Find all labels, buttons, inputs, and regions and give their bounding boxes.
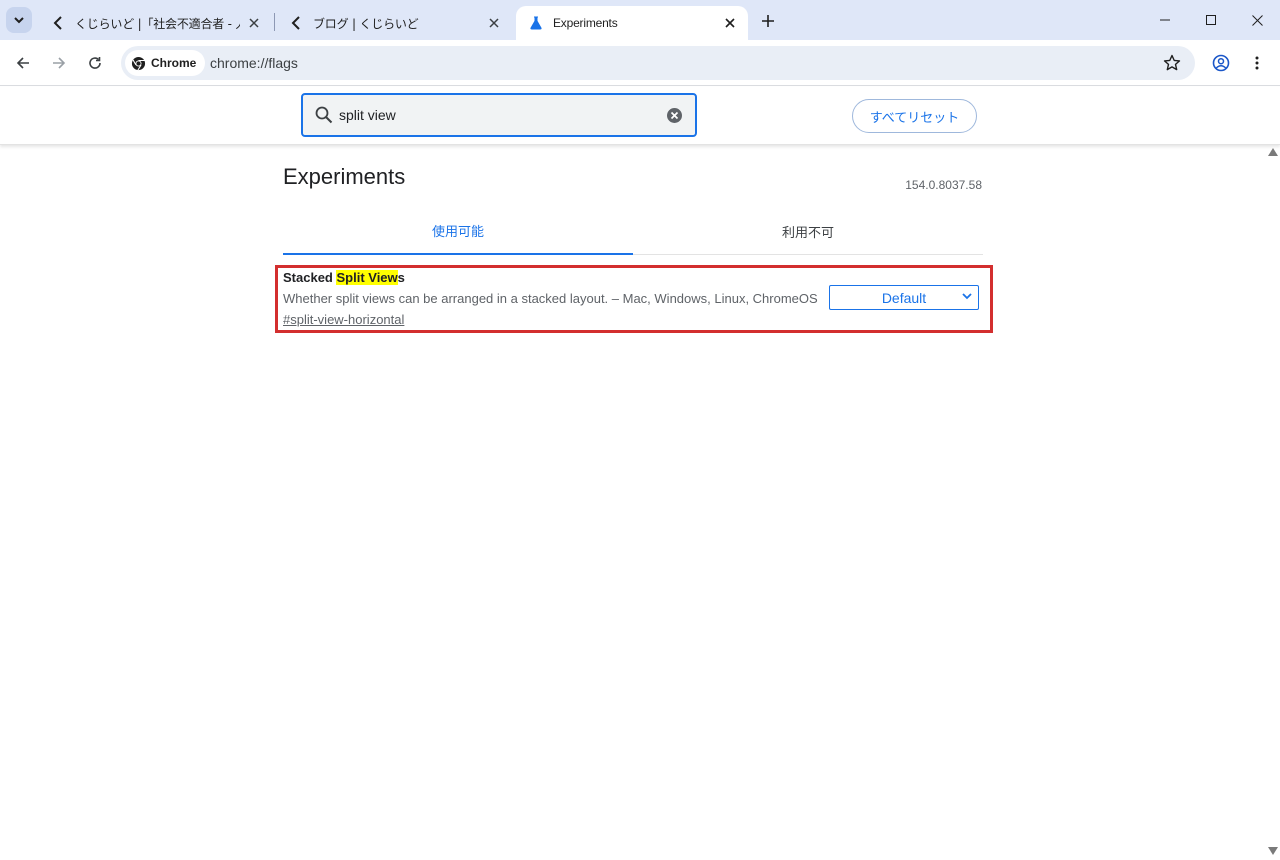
close-icon[interactable]: [722, 15, 738, 31]
tab-title: Experiments: [553, 16, 618, 30]
more-vert-icon: [1255, 56, 1259, 70]
minimize-button[interactable]: [1142, 0, 1188, 40]
tab-separator: [274, 13, 275, 31]
clear-icon[interactable]: [666, 107, 683, 124]
flag-description: Whether split views can be arranged in a…: [283, 291, 818, 306]
maximize-button[interactable]: [1188, 0, 1234, 40]
site-info-chip[interactable]: Chrome: [125, 50, 206, 76]
chip-label: Chrome: [151, 56, 197, 70]
minimize-icon: [1160, 19, 1170, 21]
chevron-down-icon: [962, 293, 972, 300]
plus-icon: [762, 15, 774, 27]
address-bar[interactable]: Chrome chrome://flags: [121, 46, 1195, 80]
tab-unavailable[interactable]: 利用不可: [633, 207, 983, 255]
flask-icon: [528, 15, 544, 31]
tab-title: ブログ | くじらいど: [313, 16, 419, 31]
tab-available[interactable]: 使用可能: [283, 207, 633, 255]
flags-search-input[interactable]: [339, 104, 659, 126]
page-title: Experiments: [283, 164, 406, 189]
tab-search-button[interactable]: [6, 7, 32, 33]
flag-title-prefix: Stacked: [283, 270, 337, 285]
close-icon: [1251, 14, 1263, 26]
flag-title: Stacked Split Views: [283, 270, 405, 285]
flag-select-value: Default: [881, 289, 927, 306]
profile-icon: [1212, 54, 1230, 72]
arrow-left-icon: [16, 57, 29, 69]
chrome-logo-icon: [131, 56, 146, 70]
arrow-right-icon: [53, 57, 66, 69]
flag-title-suffix: s: [397, 270, 405, 285]
flags-search-box[interactable]: [301, 93, 697, 137]
scroll-down-arrow[interactable]: [1268, 847, 1278, 855]
close-icon[interactable]: [246, 15, 262, 31]
reset-all-button[interactable]: すべてリセット: [852, 99, 977, 133]
search-icon: [315, 106, 333, 124]
tab-kujiraido-blog[interactable]: ブログ | くじらいど: [276, 6, 512, 40]
close-icon[interactable]: [486, 15, 502, 31]
tab-kujiraido-article[interactable]: くじらいど |「社会不適合者 - 人生: [38, 6, 272, 40]
flag-state-select[interactable]: Default: [829, 285, 979, 310]
scroll-up-arrow[interactable]: [1268, 148, 1278, 156]
flag-entry: Stacked Split Views Whether split views …: [275, 265, 993, 333]
url-text[interactable]: chrome://flags: [210, 55, 298, 71]
close-window-button[interactable]: [1234, 0, 1280, 40]
flags-header: すべてリセット: [0, 87, 1280, 145]
flag-permalink[interactable]: #split-view-horizontal: [283, 312, 404, 327]
chevron-down-icon: [14, 17, 24, 24]
back-chevron-icon: [50, 15, 66, 31]
menu-button[interactable]: [1242, 48, 1272, 78]
reload-icon: [89, 57, 101, 69]
tab-strip: くじらいど |「社会不適合者 - 人生 ブログ | くじらいど Experime…: [0, 0, 1280, 40]
browser-toolbar: Chrome chrome://flags: [0, 40, 1280, 86]
version-text: 154.0.8037.58: [905, 178, 982, 192]
maximize-icon: [1206, 15, 1216, 25]
new-tab-button[interactable]: [755, 8, 781, 34]
reload-button[interactable]: [80, 48, 110, 78]
back-button[interactable]: [8, 48, 38, 78]
forward-button[interactable]: [44, 48, 74, 78]
profile-button[interactable]: [1206, 48, 1236, 78]
tab-experiments[interactable]: Experiments: [516, 6, 748, 40]
search-highlight: Split View: [336, 270, 398, 285]
tab-title: くじらいど |「社会不適合者 - 人生: [75, 16, 240, 31]
star-icon[interactable]: [1163, 54, 1181, 72]
flags-tabs: 使用可能 利用不可: [283, 207, 983, 255]
back-chevron-icon: [288, 15, 304, 31]
